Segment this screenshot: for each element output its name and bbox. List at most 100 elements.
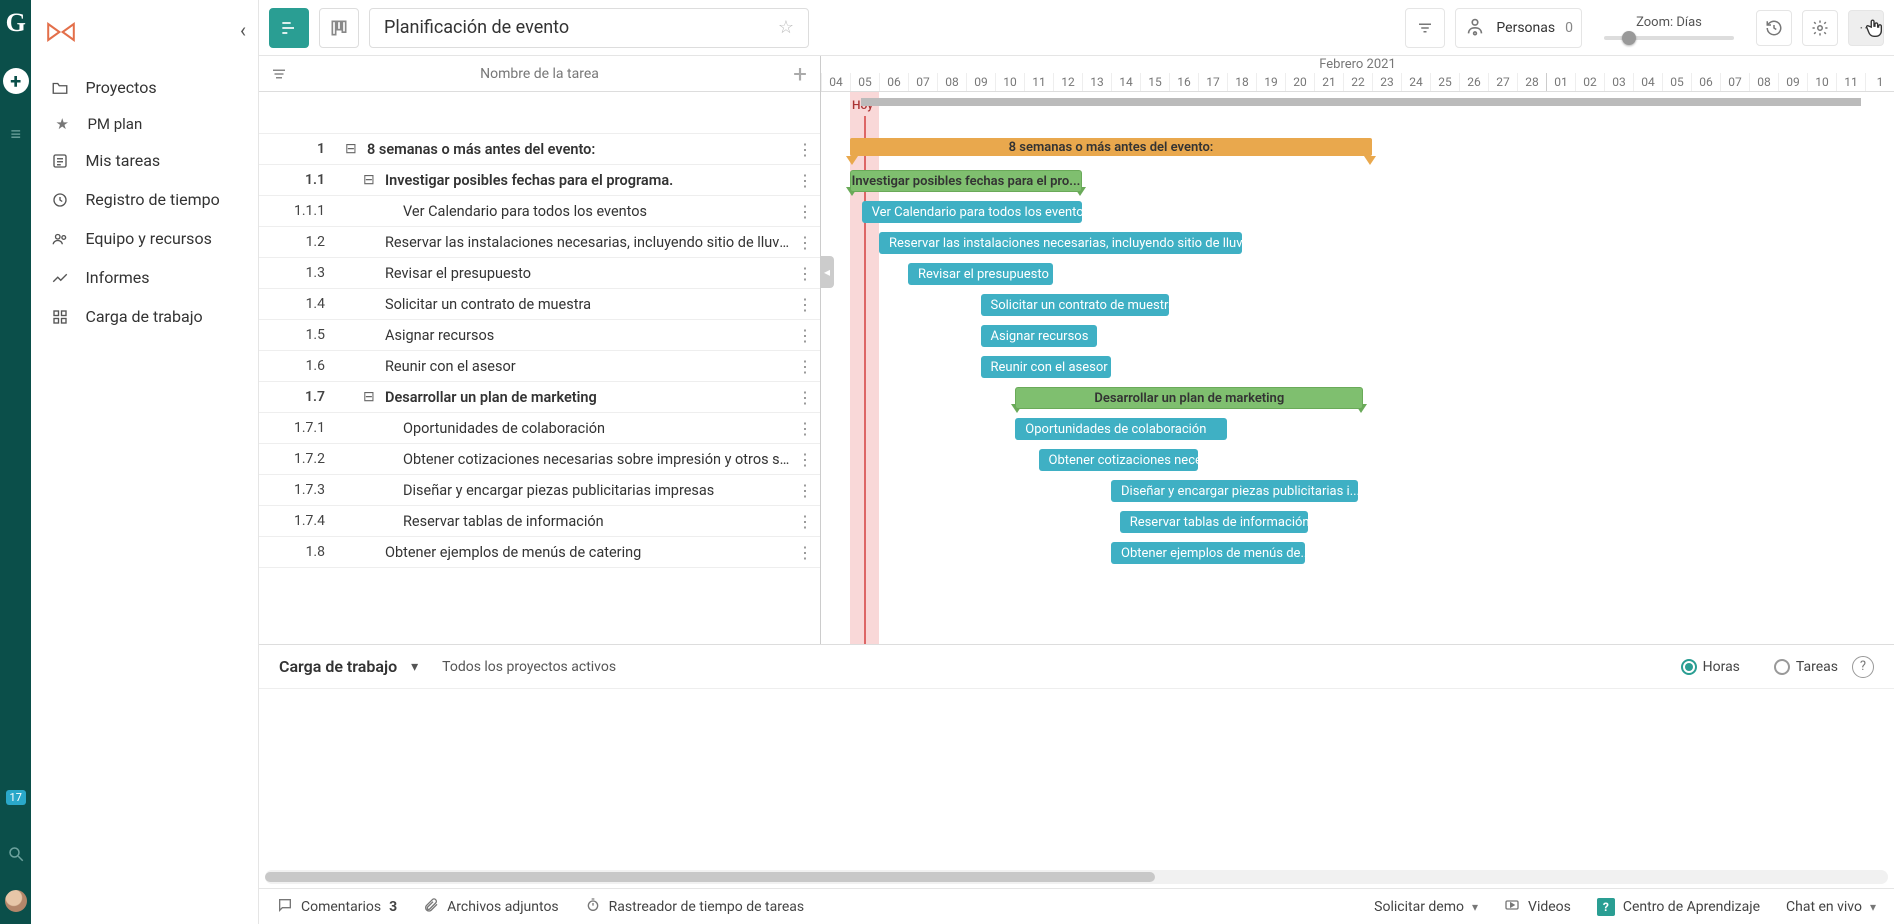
task-row[interactable]: 1.2Reservar las instalaciones necesarias… [259, 227, 820, 258]
horizontal-scrollbar[interactable] [265, 870, 1888, 884]
row-menu-icon[interactable]: ⋮ [790, 419, 820, 438]
notifications-badge[interactable]: 17 [6, 790, 26, 805]
search-icon[interactable] [7, 845, 25, 868]
workload-dropdown-icon[interactable]: ▾ [411, 659, 418, 675]
row-menu-icon[interactable]: ⋮ [790, 264, 820, 283]
gantt-body[interactable]: Hoy 8 semanas o más antes del evento:Inv… [821, 92, 1894, 644]
project-title-box[interactable]: Planificación de evento ☆ [369, 8, 809, 48]
task-row[interactable]: 1.7.4Reservar tablas de información⋮ [259, 506, 820, 537]
gantt-task-bar[interactable]: Diseñar y encargar piezas publicitarias … [1111, 480, 1358, 502]
gantt-group-bar[interactable]: Desarrollar un plan de marketing [1015, 387, 1363, 409]
task-row[interactable]: 1.5Asignar recursos⋮ [259, 320, 820, 351]
gantt-task-bar[interactable]: Obtener cotizaciones nece... [1039, 449, 1199, 471]
zoom-slider[interactable] [1604, 36, 1734, 40]
task-number: 1 [259, 141, 345, 157]
footer-learning-center[interactable]: ? Centro de Aprendizaje [1597, 897, 1760, 917]
task-row[interactable]: 1.7.2Obtener cotizaciones necesarias sob… [259, 444, 820, 475]
collapse-icon[interactable]: ⊟ [345, 141, 363, 157]
zoom-thumb[interactable] [1622, 31, 1636, 45]
footer-time-tracker[interactable]: Rastreador de tiempo de tareas [585, 897, 804, 917]
scrollbar-thumb[interactable] [265, 872, 1155, 882]
gantt-task-bar[interactable]: Obtener ejemplos de menús de... [1111, 542, 1305, 564]
user-avatar[interactable] [3, 888, 29, 914]
more-button[interactable]: ⋯ [1848, 10, 1884, 46]
gantt-task-bar[interactable]: Ver Calendario para todos los eventos [862, 201, 1082, 223]
radio-hours[interactable]: Horas [1681, 659, 1740, 675]
gantt-day-cell: 19 [1256, 73, 1285, 91]
footer-videos[interactable]: Videos [1504, 897, 1571, 917]
task-row[interactable]: 1.6Reunir con el asesor⋮ [259, 351, 820, 382]
gantt-task-bar[interactable]: Revisar el presupuesto [908, 263, 1053, 285]
sidebar-item-my-tasks[interactable]: Mis tareas [31, 141, 258, 180]
row-menu-icon[interactable]: ⋮ [790, 140, 820, 159]
row-menu-icon[interactable]: ⋮ [790, 233, 820, 252]
task-row[interactable]: 1.3Revisar el presupuesto⋮ [259, 258, 820, 289]
row-menu-icon[interactable]: ⋮ [790, 171, 820, 190]
row-menu-icon[interactable]: ⋮ [790, 481, 820, 500]
task-row[interactable]: 1.1.1Ver Calendario para todos los event… [259, 196, 820, 227]
gantt-group-bar[interactable]: Investigar posibles fechas para el pro..… [850, 170, 1082, 192]
gantt-task-bar[interactable]: Reunir con el asesor [981, 356, 1112, 378]
task-number: 1.2 [259, 234, 345, 250]
gantt-view-button[interactable] [269, 8, 309, 48]
footer-comments[interactable]: Comentarios 3 [277, 897, 397, 917]
footer-attachments[interactable]: Archivos adjuntos [423, 897, 559, 917]
sidebar-item-time-log[interactable]: Registro de tiempo [31, 180, 258, 219]
sidebar-item-reports[interactable]: Informes [31, 258, 258, 297]
gantt-task-bar[interactable]: Solicitar un contrato de muestra [981, 294, 1170, 316]
filter-button[interactable] [1405, 8, 1445, 48]
task-number: 1.1 [259, 172, 345, 188]
settings-button[interactable] [1802, 10, 1838, 46]
gantt-row: Oportunidades de colaboración [821, 413, 1894, 444]
board-view-button[interactable] [319, 8, 359, 48]
task-list: 1⊟8 semanas o más antes del evento:⋮1.1⊟… [259, 134, 820, 644]
favorite-star-icon[interactable]: ☆ [778, 17, 794, 38]
create-button[interactable]: + [3, 68, 29, 94]
task-row[interactable]: 1.4Solicitar un contrato de muestra⋮ [259, 289, 820, 320]
row-menu-icon[interactable]: ⋮ [790, 326, 820, 345]
row-menu-icon[interactable]: ⋮ [790, 512, 820, 531]
grid-menu-icon[interactable] [259, 65, 299, 83]
rail-menu-icon[interactable]: ≡ [10, 124, 21, 145]
task-row[interactable]: 1.1⊟Investigar posibles fechas para el p… [259, 165, 820, 196]
collapse-icon[interactable]: ⊟ [363, 172, 381, 188]
workload-filter[interactable]: Todos los proyectos activos [442, 659, 616, 675]
zoom-control[interactable]: Zoom: Días [1592, 15, 1746, 40]
history-button[interactable] [1756, 10, 1792, 46]
gantt-day-cell: 08 [937, 73, 966, 91]
add-column-button[interactable]: + [780, 60, 820, 88]
task-row[interactable]: 1.8Obtener ejemplos de menús de catering… [259, 537, 820, 568]
collapse-icon[interactable]: ⊟ [363, 389, 381, 405]
sidebar-item-workload[interactable]: Carga de trabajo [31, 297, 258, 336]
sidebar-item-projects[interactable]: Proyectos [31, 68, 258, 107]
radio-tasks[interactable]: Tareas [1774, 659, 1838, 675]
people-selector[interactable]: Personas 0 [1455, 8, 1582, 48]
gantt-header: Febrero 2021 040506070809101112131415161… [821, 56, 1894, 92]
sidebar-item-team[interactable]: Equipo y recursos [31, 219, 258, 258]
task-name: Oportunidades de colaboración [399, 420, 790, 437]
row-menu-icon[interactable]: ⋮ [790, 543, 820, 562]
row-menu-icon[interactable]: ⋮ [790, 357, 820, 376]
task-row[interactable]: 1.7⊟Desarrollar un plan de marketing⋮ [259, 382, 820, 413]
row-menu-icon[interactable]: ⋮ [790, 388, 820, 407]
task-row[interactable]: 1.7.1Oportunidades de colaboración⋮ [259, 413, 820, 444]
gantt-summary-bar[interactable]: 8 semanas o más antes del evento: [850, 138, 1372, 156]
sidebar-collapse-icon[interactable]: ‹ [240, 18, 246, 42]
gantt-day-cell: 08 [1749, 73, 1778, 91]
task-row[interactable]: 1.7.3Diseñar y encargar piezas publicita… [259, 475, 820, 506]
row-menu-icon[interactable]: ⋮ [790, 295, 820, 314]
task-row[interactable]: 1⊟8 semanas o más antes del evento:⋮ [259, 134, 820, 165]
row-menu-icon[interactable]: ⋮ [790, 450, 820, 469]
row-menu-icon[interactable]: ⋮ [790, 202, 820, 221]
sidebar-item-pm-plan[interactable]: ★ PM plan [31, 107, 258, 141]
gantt-task-bar[interactable]: Reservar las instalaciones necesarias, i… [879, 232, 1242, 254]
footer-live-chat[interactable]: Chat en vivo▾ [1786, 897, 1876, 917]
baseline-ribbon [861, 98, 1861, 106]
task-name: Desarrollar un plan de marketing [381, 389, 790, 406]
gantt-task-bar[interactable]: Reservar tablas de información [1120, 511, 1309, 533]
gantt-collapse-handle[interactable]: ◂ [821, 256, 834, 288]
gantt-task-bar[interactable]: Asignar recursos [981, 325, 1097, 347]
gantt-task-bar[interactable]: Oportunidades de colaboración [1015, 418, 1227, 440]
footer-demo[interactable]: Solicitar demo▾ [1374, 897, 1478, 917]
help-icon[interactable]: ? [1852, 656, 1874, 678]
